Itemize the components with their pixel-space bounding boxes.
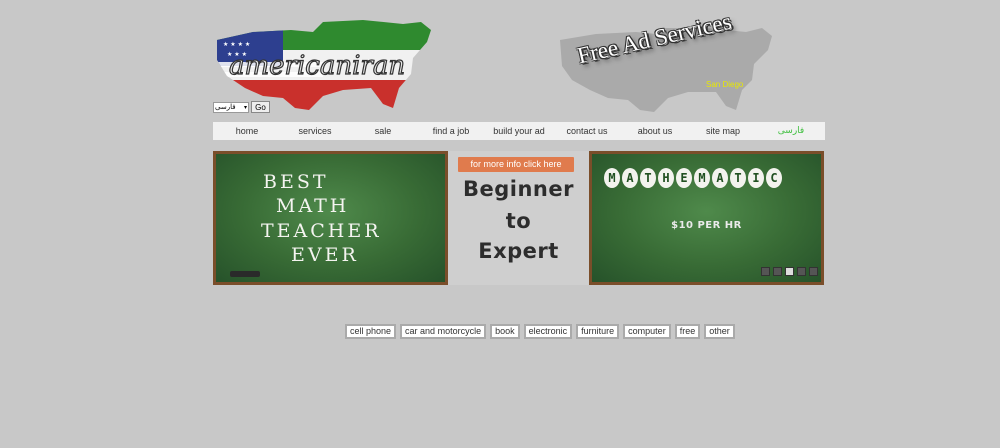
promo-line: Expert xyxy=(478,239,559,263)
main-nav: home services sale find a job build your… xyxy=(213,122,825,140)
center-promo-panel: for more info click here Beginner to Exp… xyxy=(448,151,589,285)
category-cell-phone[interactable]: cell phone xyxy=(345,324,397,339)
language-select[interactable]: فارسی ▾ xyxy=(213,102,249,113)
category-computer[interactable]: computer xyxy=(623,324,671,339)
math-title-letter: T xyxy=(640,168,656,188)
chalkboard-left: BEST MATH TEACHER EVER xyxy=(213,151,448,285)
category-book[interactable]: book xyxy=(490,324,520,339)
math-title: MATHEMATIC xyxy=(604,168,782,188)
nav-site-map[interactable]: site map xyxy=(689,122,757,140)
promo-line: to xyxy=(505,209,532,233)
price-label: $10 PER HR xyxy=(671,220,742,231)
chalk-line: BEST xyxy=(263,171,329,193)
math-title-letter: T xyxy=(730,168,746,188)
promo-line: Beginner xyxy=(463,177,574,201)
category-free[interactable]: free xyxy=(674,324,701,339)
math-title-letter: E xyxy=(676,168,692,188)
chalk-line: EVER xyxy=(291,244,359,266)
more-info-button[interactable]: for more info click here xyxy=(458,157,574,172)
math-title-letter: M xyxy=(694,168,710,188)
math-title-letter: A xyxy=(712,168,728,188)
nav-contact-us[interactable]: contact us xyxy=(553,122,621,140)
logo-text: americaniran xyxy=(229,51,405,81)
language-select-value: فارسی xyxy=(215,103,236,111)
category-links: cell phone car and motorcycle book elect… xyxy=(345,324,735,339)
math-title-letter: C xyxy=(766,168,782,188)
slider-pagination xyxy=(761,267,818,276)
nav-sale[interactable]: sale xyxy=(349,122,417,140)
chalkboard-right: MATHEMATIC $10 PER HR xyxy=(589,151,824,285)
category-electronic[interactable]: electronic xyxy=(523,324,573,339)
nav-find-a-job[interactable]: find a job xyxy=(417,122,485,140)
nav-services[interactable]: services xyxy=(281,122,349,140)
math-title-letter: A xyxy=(622,168,638,188)
slider-dot[interactable] xyxy=(761,267,770,276)
slider-dot-active[interactable] xyxy=(785,267,794,276)
category-car-and-motorcycle[interactable]: car and motorcycle xyxy=(400,324,487,339)
slider-caption-bar xyxy=(230,271,260,277)
nav-about-us[interactable]: about us xyxy=(621,122,689,140)
math-title-letter: I xyxy=(748,168,764,188)
svg-text:★ ★ ★ ★: ★ ★ ★ ★ xyxy=(223,41,250,48)
math-title-letter: H xyxy=(658,168,674,188)
go-button[interactable]: Go xyxy=(251,101,270,113)
slider-dot[interactable] xyxy=(773,267,782,276)
ad-city-label: San Diego xyxy=(706,80,744,89)
category-furniture[interactable]: furniture xyxy=(576,324,620,339)
chevron-down-icon: ▾ xyxy=(243,104,247,111)
math-title-letter: M xyxy=(604,168,620,188)
nav-build-your-ad[interactable]: build your ad xyxy=(485,122,553,140)
nav-home[interactable]: home xyxy=(213,122,281,140)
site-logo[interactable]: ★ ★ ★ ★ ★ ★ ★ americaniran xyxy=(213,18,438,114)
image-slider[interactable]: BEST MATH TEACHER EVER for more info cli… xyxy=(213,151,824,285)
nav-farsi[interactable]: فارسی xyxy=(757,122,825,140)
category-other[interactable]: other xyxy=(704,324,735,339)
slider-dot[interactable] xyxy=(809,267,818,276)
chalk-line: TEACHER xyxy=(261,220,382,242)
chalk-line: MATH xyxy=(276,195,350,217)
slider-dot[interactable] xyxy=(797,267,806,276)
